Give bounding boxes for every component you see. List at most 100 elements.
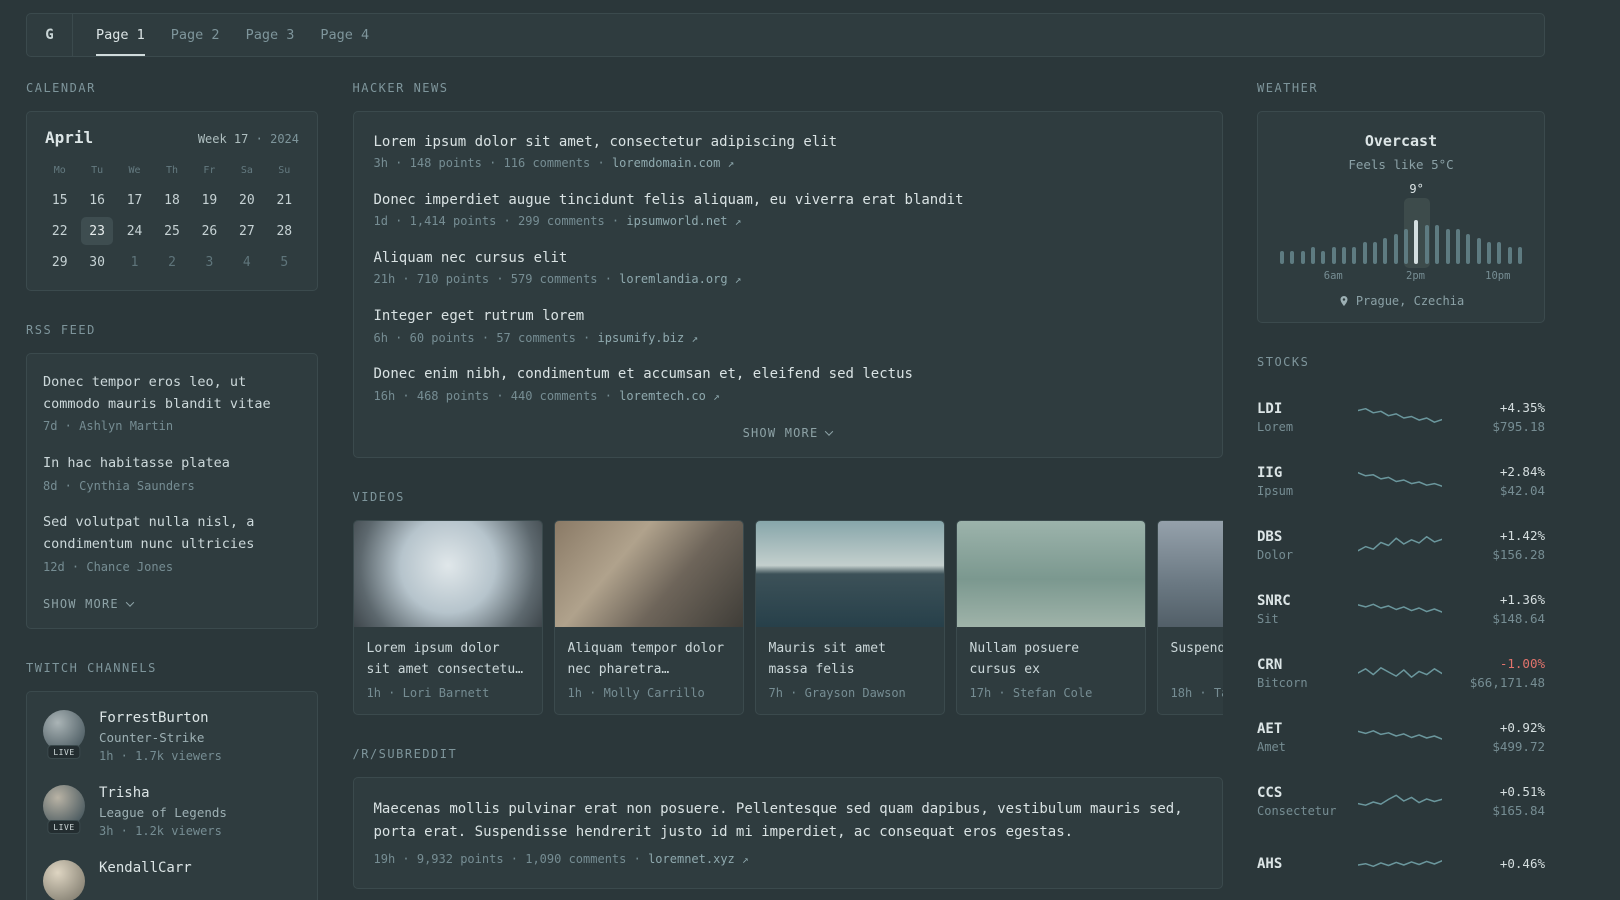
- post-title-link[interactable]: Maecenas mollis pulvinar erat non posuer…: [374, 798, 1202, 843]
- right-column: WEATHER Overcast Feels like 5°C 9° 6am 2p…: [1257, 81, 1545, 900]
- news-source-text: loremtech.co: [619, 388, 706, 403]
- post-meta: 19h · 9,932 points · 1,090 comments · lo…: [374, 851, 1202, 868]
- calendar-header: April Week 17 · 2024: [41, 128, 303, 147]
- video-card[interactable]: Nullam posuere cursus ex 17h · Stefan Co…: [955, 520, 1146, 716]
- calendar-day: 2: [168, 254, 176, 270]
- weather-bar: [1424, 224, 1429, 264]
- chevron-down-icon: [125, 598, 135, 608]
- weather-bar: [1362, 242, 1367, 264]
- news-title-link[interactable]: Integer eget rutrum lorem: [374, 306, 1202, 326]
- news-meta-text: 3h · 148 points · 116 comments: [373, 156, 591, 171]
- tab-page-3[interactable]: Page 3: [246, 14, 295, 56]
- hn-show-more-button[interactable]: SHOW MORE: [743, 426, 834, 440]
- news-meta-text: 1d · 1,414 points · 299 comments: [373, 214, 605, 229]
- video-card[interactable]: Aliquam tempor dolor nec pharetra… 1h · …: [553, 520, 744, 716]
- calendar-day: 18: [164, 192, 180, 208]
- twitch-game: Counter-Strike: [99, 730, 205, 746]
- stock-row[interactable]: CRN Bitcorn -1.00% $66,171.48: [1257, 641, 1545, 705]
- news-meta: 3h · 148 points · 116 comments · loremdo…: [374, 155, 1202, 172]
- stock-row[interactable]: SNRC Sit +1.36% $148.64: [1257, 577, 1545, 641]
- news-title-link[interactable]: Donec enim nibh, condimentum et accumsan…: [374, 364, 1202, 384]
- news-source-link[interactable]: ipsumify.biz ↗: [598, 331, 699, 345]
- stock-row[interactable]: IIG Ipsum +2.84% $42.04: [1257, 449, 1545, 513]
- meta-separator: ·: [604, 388, 612, 403]
- twitch-channel-info: KendallCarr: [99, 860, 192, 876]
- news-item: Integer eget rutrum lorem 6h · 60 points…: [374, 306, 1202, 346]
- external-link-icon: ↗: [734, 215, 742, 229]
- live-badge: LIVE: [47, 820, 81, 835]
- rss-title-link[interactable]: Donec tempor eros leo, ut commodo mauris…: [43, 372, 301, 415]
- rss-title-link[interactable]: In hac habitasse platea: [43, 453, 301, 475]
- stock-price: $156.28: [1492, 547, 1545, 562]
- rss-show-more-button[interactable]: SHOW MORE: [43, 597, 135, 611]
- stocks-list: LDI Lorem +4.35% $795.18 IIG Ipsum +2.84…: [1257, 385, 1545, 897]
- video-title: Aliquam tempor dolor nec pharetra…: [567, 641, 725, 677]
- news-source-link[interactable]: ipsumworld.net ↗: [626, 214, 741, 228]
- weather-ticks: 6am 2pm 10pm: [1280, 270, 1522, 284]
- news-title-link[interactable]: Aliquam nec cursus elit: [374, 248, 1202, 268]
- twitch-avatar-wrap: LIVE: [43, 710, 85, 760]
- stock-ticker: CRN: [1257, 656, 1283, 673]
- stock-row[interactable]: DBS Dolor +1.42% $156.28: [1257, 513, 1545, 577]
- post-source-link[interactable]: loremnet.xyz ↗: [648, 852, 749, 866]
- calendar-weekday: We: [128, 165, 141, 176]
- news-source-text: loremdomain.com: [611, 156, 721, 171]
- news-source-link[interactable]: loremtech.co ↗: [619, 389, 720, 403]
- twitch-channel[interactable]: KendallCarr: [43, 860, 301, 900]
- video-card[interactable]: Suspendisse diam 18h · Tara: [1156, 520, 1223, 716]
- weather-bar: [1393, 233, 1398, 264]
- news-title-link[interactable]: Lorem ipsum dolor sit amet, consectetur …: [374, 132, 1202, 152]
- stock-row[interactable]: CCS Consectetur +0.51% $165.84: [1257, 769, 1545, 833]
- tab-page-2[interactable]: Page 2: [171, 14, 220, 56]
- section-title-videos: VIDEOS: [352, 490, 405, 505]
- external-link-icon: ↗: [742, 853, 749, 867]
- news-meta-text: 21h · 710 points · 579 comments: [373, 272, 598, 287]
- video-title: Mauris sit amet massa felis: [768, 641, 886, 677]
- chevron-down-icon: [825, 427, 834, 437]
- location-pin-icon: [1338, 295, 1350, 307]
- stock-name: Dolor: [1257, 547, 1294, 562]
- news-source-text: ipsumify.biz: [597, 330, 685, 345]
- stock-price: $42.04: [1499, 483, 1545, 498]
- weather-bar: [1497, 242, 1502, 264]
- calendar-day: 22: [51, 223, 68, 239]
- calendar-day: 25: [164, 223, 180, 239]
- twitch-channel[interactable]: LIVE ForrestBurton Counter-Strike 1h · 1…: [43, 710, 301, 763]
- video-thumbnail: [956, 521, 1145, 628]
- stock-row[interactable]: AET Amet +0.92% $499.72: [1257, 705, 1545, 769]
- stock-price: $499.72: [1492, 739, 1545, 754]
- news-title-link[interactable]: Donec imperdiet augue tincidunt felis al…: [374, 190, 1202, 210]
- stock-change: +0.51%: [1499, 784, 1545, 799]
- weather-location: Prague, Czechia: [1355, 294, 1465, 308]
- video-thumbnail: [353, 521, 542, 628]
- tab-page-4[interactable]: Page 4: [320, 14, 369, 56]
- stock-values: +0.46%: [1455, 856, 1545, 875]
- meta-separator: ·: [597, 156, 605, 171]
- calendar-weekday: Sa: [240, 165, 253, 176]
- stock-name: Ipsum: [1257, 483, 1294, 498]
- live-badge: LIVE: [47, 745, 81, 760]
- stock-row[interactable]: LDI Lorem +4.35% $795.18: [1257, 385, 1545, 449]
- rss-item: Donec tempor eros leo, ut commodo mauris…: [43, 372, 301, 435]
- news-meta: 1d · 1,414 points · 299 comments · ipsum…: [374, 213, 1202, 230]
- stock-ticker: AET: [1257, 720, 1283, 737]
- news-source-link[interactable]: loremdomain.com ↗: [612, 156, 734, 170]
- rss-title-link[interactable]: Sed volutpat nulla nisl, a condimentum n…: [43, 512, 301, 555]
- video-card[interactable]: Lorem ipsum dolor sit amet consectetu… 1…: [352, 520, 543, 716]
- stock-ticker: IIG: [1257, 464, 1283, 481]
- stock-ticker: SNRC: [1257, 592, 1291, 609]
- rss-card: Donec tempor eros leo, ut commodo mauris…: [26, 353, 318, 630]
- weather-bar: [1290, 251, 1295, 264]
- rss-meta: 8d · Cynthia Saunders: [43, 478, 195, 493]
- video-card[interactable]: Mauris sit amet massa felis 7h · Grayson…: [754, 520, 945, 716]
- stock-ticker: AHS: [1257, 855, 1283, 872]
- calendar-weekday: Th: [165, 165, 179, 176]
- tab-page-1[interactable]: Page 1: [96, 14, 145, 56]
- stock-row[interactable]: AHS +0.46%: [1257, 833, 1545, 897]
- twitch-avatar-wrap: LIVE: [43, 785, 85, 835]
- section-title-calendar: CALENDAR: [26, 81, 96, 95]
- news-source-link[interactable]: loremlandia.org ↗: [619, 272, 741, 286]
- twitch-channel[interactable]: LIVE Trisha League of Legends 3h · 1.2k …: [43, 785, 301, 838]
- calendar-weekday: Su: [278, 165, 291, 176]
- calendar-day: 29: [51, 254, 68, 270]
